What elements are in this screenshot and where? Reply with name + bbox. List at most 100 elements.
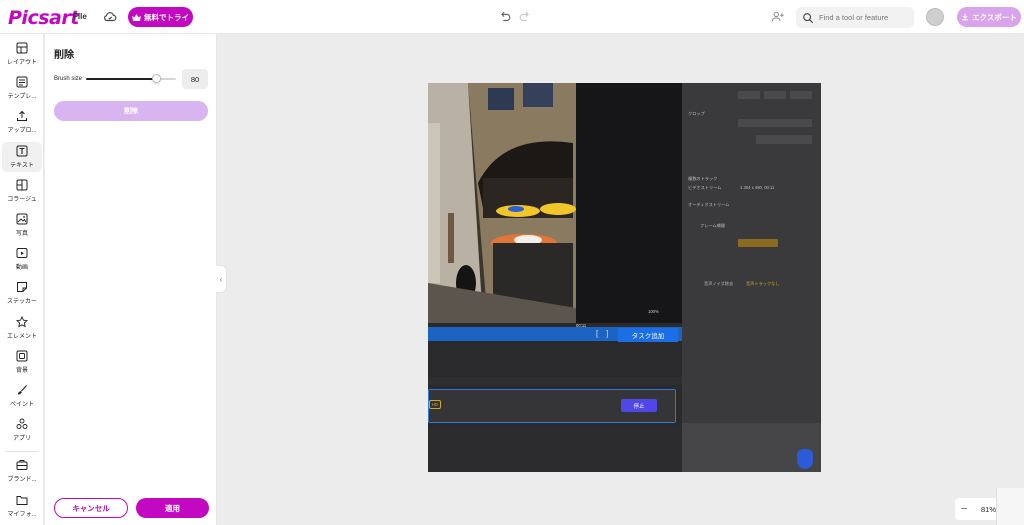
cancel-button[interactable]: キャンセル <box>54 498 128 518</box>
brush-size-slider[interactable] <box>86 74 176 83</box>
rail-item-my-folder[interactable]: マイフォ... <box>2 491 42 521</box>
bracket-right-icon[interactable]: ] <box>606 329 608 338</box>
rail-label: ブランド... <box>7 477 37 483</box>
rail-label: マイフォ... <box>7 512 37 518</box>
apply-button[interactable]: 適用 <box>136 498 209 518</box>
rail-item-template[interactable]: テンプレ... <box>2 73 42 103</box>
redo-icon[interactable] <box>518 10 532 24</box>
left-rail: レイアウト テンプレ... アップロ... テキスト コラージュ 写真 動画 ス… <box>0 34 44 525</box>
rail-label: 背景 <box>15 368 28 374</box>
preview-zoom-badge: 100% <box>648 309 659 314</box>
video-stream-label: ビデオストリーム <box>688 185 722 190</box>
search-icon <box>803 12 814 23</box>
crop-button <box>756 135 812 144</box>
job-row: HD 停止 <box>428 389 676 423</box>
rail-item-collage[interactable]: コラージュ <box>2 176 42 206</box>
collapse-panel-button[interactable]: ‹ <box>216 265 227 293</box>
rail-label: ステッカー <box>6 299 37 305</box>
rail-item-element[interactable]: エレメント <box>2 313 42 343</box>
settings-sidebar: クロップ 複数のトラック ビデオストリーム 1 304 x 480, 00:11… <box>682 83 821 472</box>
collage-icon <box>16 179 28 191</box>
zoom-out-button[interactable]: − <box>961 503 967 515</box>
rail-label: アップロ... <box>7 128 37 134</box>
file-menu[interactable]: File <box>73 12 87 21</box>
app-root: Picsart File 無料でトライ Find a tool or featu… <box>0 0 1024 525</box>
brush-size-value[interactable]: 80 <box>182 69 208 89</box>
add-task-button[interactable]: タスク追加 <box>618 328 678 342</box>
zoom-value: 81% <box>980 504 996 514</box>
try-free-button[interactable]: 無料でトライ <box>128 7 193 27</box>
download-icon <box>962 13 968 21</box>
rail-label: 動画 <box>15 265 28 271</box>
canvas-image[interactable]: 100% クロップ 複数のトラック ビデオストリーム 1 304 x 480, … <box>428 83 821 472</box>
cloud-save-icon[interactable] <box>103 10 117 24</box>
video-icon <box>16 248 28 258</box>
crown-icon <box>132 13 141 21</box>
photo-icon <box>16 213 28 225</box>
frame-interp-label: フレーム補間 <box>700 223 725 228</box>
rail-item-paint[interactable]: ペイント <box>2 381 42 411</box>
star-icon <box>16 316 28 328</box>
search-placeholder: Find a tool or feature <box>819 13 889 22</box>
rail-item-photo[interactable]: 写真 <box>2 210 42 240</box>
rail-item-apps[interactable]: アプリ <box>2 415 42 445</box>
brush-size-label: Brush size <box>54 76 83 82</box>
bracket-left-icon[interactable]: [ <box>596 329 598 338</box>
rail-label: レイアウト <box>6 60 37 66</box>
rail-label: 写真 <box>15 231 28 237</box>
rail-label: コラージュ <box>7 197 37 203</box>
rail-label: テンプレ... <box>7 94 37 100</box>
brand-icon <box>16 460 28 470</box>
tracks-section-label: 複数のトラック <box>688 176 718 181</box>
stop-button[interactable]: 停止 <box>621 399 657 412</box>
job-toolbar <box>428 377 682 385</box>
text-icon <box>16 145 28 157</box>
try-free-label: 無料でトライ <box>144 12 189 22</box>
option-box <box>790 91 812 99</box>
template-icon <box>16 76 28 88</box>
rail-item-sticker[interactable]: ステッカー <box>2 278 42 308</box>
rail-label: ペイント <box>9 402 34 408</box>
layout-icon <box>16 42 28 54</box>
slider-fill <box>86 78 157 80</box>
undo-icon[interactable] <box>498 10 512 24</box>
rail-item-text[interactable]: テキスト <box>2 142 42 172</box>
avatar[interactable] <box>926 8 944 26</box>
sticker-icon <box>17 282 27 292</box>
frame-interp-bar <box>738 239 778 247</box>
rail-label: テキスト <box>10 163 34 169</box>
export-button[interactable]: エクスポート <box>957 7 1021 27</box>
recaptcha-badge <box>996 488 1024 525</box>
street-scene-art <box>428 83 576 323</box>
add-user-icon[interactable] <box>771 10 785 24</box>
rail-label: アプリ <box>12 436 31 442</box>
street-photo <box>428 83 576 323</box>
export-label: エクスポート <box>972 12 1017 22</box>
audio-stream-label: オーディオストリーム <box>688 202 730 207</box>
crop-input <box>738 119 812 127</box>
assistant-icon[interactable] <box>797 449 813 469</box>
rail-divider <box>6 451 38 452</box>
erase-panel: 削除 Brush size 80 削除 キャンセル 適用 <box>45 34 217 525</box>
rail-item-video[interactable]: 動画 <box>2 244 42 274</box>
timecode: 00:11 <box>576 323 587 328</box>
rail-item-upload[interactable]: アップロ... <box>2 107 42 137</box>
search-input[interactable]: Find a tool or feature <box>796 7 914 28</box>
option-box <box>738 91 760 99</box>
slider-thumb[interactable] <box>151 74 161 83</box>
folder-icon <box>16 496 28 505</box>
upload-icon <box>17 110 27 121</box>
rail-item-background[interactable]: 背景 <box>2 347 42 377</box>
top-bar: Picsart File 無料でトライ Find a tool or featu… <box>0 0 1024 34</box>
rail-label: エレメント <box>6 334 37 340</box>
erase-button[interactable]: 削除 <box>54 101 208 121</box>
noise-section-label: 音声ノイズ除去 <box>704 281 734 286</box>
video-preview-area <box>576 83 682 323</box>
apps-icon <box>16 418 28 429</box>
background-icon <box>16 350 28 362</box>
picsart-logo[interactable]: Picsart <box>8 7 79 29</box>
job-tag: HD <box>429 400 442 409</box>
rail-item-layout[interactable]: レイアウト <box>2 39 42 69</box>
video-stream-value: 1 304 x 480, 00:11 <box>740 185 775 190</box>
rail-item-brand[interactable]: ブランド... <box>2 456 42 486</box>
